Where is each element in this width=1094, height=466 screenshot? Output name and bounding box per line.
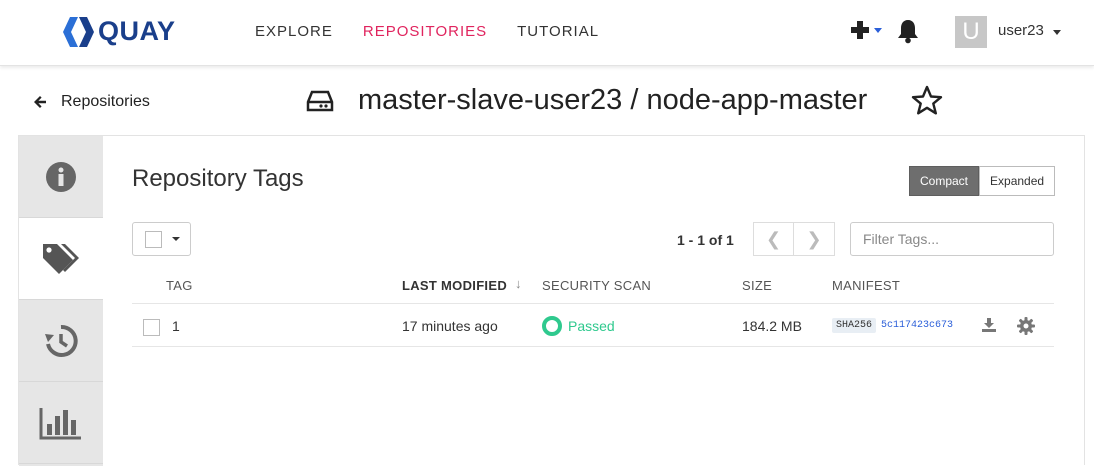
tab-tag-history[interactable] [19,300,103,382]
tag-name-link[interactable]: 1 [172,318,180,334]
column-header-tag[interactable]: TAG [166,278,193,293]
compact-view-button[interactable]: Compact [909,166,980,196]
info-icon [46,161,76,192]
star-repository-button[interactable] [911,85,943,120]
main-nav: EXPLORE REPOSITORIES TUTORIAL [255,23,629,40]
history-icon [45,324,78,357]
gear-icon [1017,317,1035,335]
nav-explore[interactable]: EXPLORE [255,23,333,40]
repo-title-text: master-slave-user23 / node-app-master [358,84,868,116]
repository-panel: Repository Tags Compact Expanded 1 - 1 o… [18,135,1085,466]
tab-information[interactable] [19,136,103,218]
filter-tags-input[interactable] [850,222,1054,256]
repository-title: master-slave-user23 / node-app-master [306,84,867,117]
sort-descending-icon: ↓ [515,276,522,291]
manifest-digest[interactable]: SHA256 5c117423c673 [832,318,953,333]
avatar[interactable]: U [955,16,987,48]
nav-repositories[interactable]: REPOSITORIES [363,23,487,40]
download-icon [982,318,996,332]
view-toggle: Compact Expanded [909,166,1056,196]
arrow-left-icon [34,96,46,108]
tag-options-button[interactable] [1017,317,1035,340]
bell-icon [898,20,918,44]
size-value: 184.2 MB [742,318,802,334]
nav-tutorial[interactable]: TUTORIAL [517,23,599,40]
star-icon [911,85,943,115]
top-navbar: QUAY EXPLORE REPOSITORIES TUTORIAL U use… [0,0,1094,66]
digest-algorithm: SHA256 [832,318,877,333]
expanded-view-button[interactable]: Expanded [979,166,1056,196]
last-modified-value: 17 minutes ago [402,318,498,334]
select-all-checkbox[interactable] [145,230,162,248]
tags-icon [43,243,79,274]
security-scan-status[interactable]: Passed [542,316,615,336]
next-page-button[interactable]: ❯ [794,222,835,256]
bulk-select-dropdown[interactable] [132,222,191,256]
user-menu-caret-icon[interactable] [1053,30,1061,35]
security-scan-label: Passed [568,318,615,334]
create-new-menu[interactable] [850,20,882,40]
notifications-bell[interactable] [896,18,920,49]
digest-hash: 5c117423c673 [881,320,954,331]
side-tabs [19,136,103,466]
column-header-manifest[interactable]: MANIFEST [832,278,900,293]
column-header-last-modified[interactable]: LAST MODIFIED [402,278,507,293]
quay-logo-icon [63,16,94,47]
pagination-count: 1 - 1 of 1 [677,232,734,248]
usage-logs-icon [39,407,81,439]
hard-drive-icon [306,90,334,111]
logo-text: QUAY [98,16,176,46]
quay-logo[interactable]: QUAY [62,16,176,47]
back-to-repositories-link[interactable]: Repositories [33,93,150,111]
pagination-controls: ❮ ❯ [753,222,835,256]
passed-ring-icon [542,316,562,336]
column-header-security-scan[interactable]: SECURITY SCAN [542,278,651,293]
column-header-size[interactable]: SIZE [742,278,772,293]
user-menu-label[interactable]: user23 [998,22,1044,39]
plus-icon [851,21,869,39]
previous-page-button[interactable]: ❮ [753,222,794,256]
row-checkbox[interactable] [143,319,160,336]
chevron-down-icon [874,27,882,33]
fetch-tag-button[interactable] [982,318,996,337]
tab-usage-logs[interactable] [19,382,103,464]
page-title: Repository Tags [132,165,304,192]
chevron-down-icon [172,237,180,241]
table-header-divider [132,303,1054,304]
back-link-label: Repositories [61,93,150,110]
table-row-divider [132,346,1054,347]
tab-tags[interactable] [19,218,103,300]
